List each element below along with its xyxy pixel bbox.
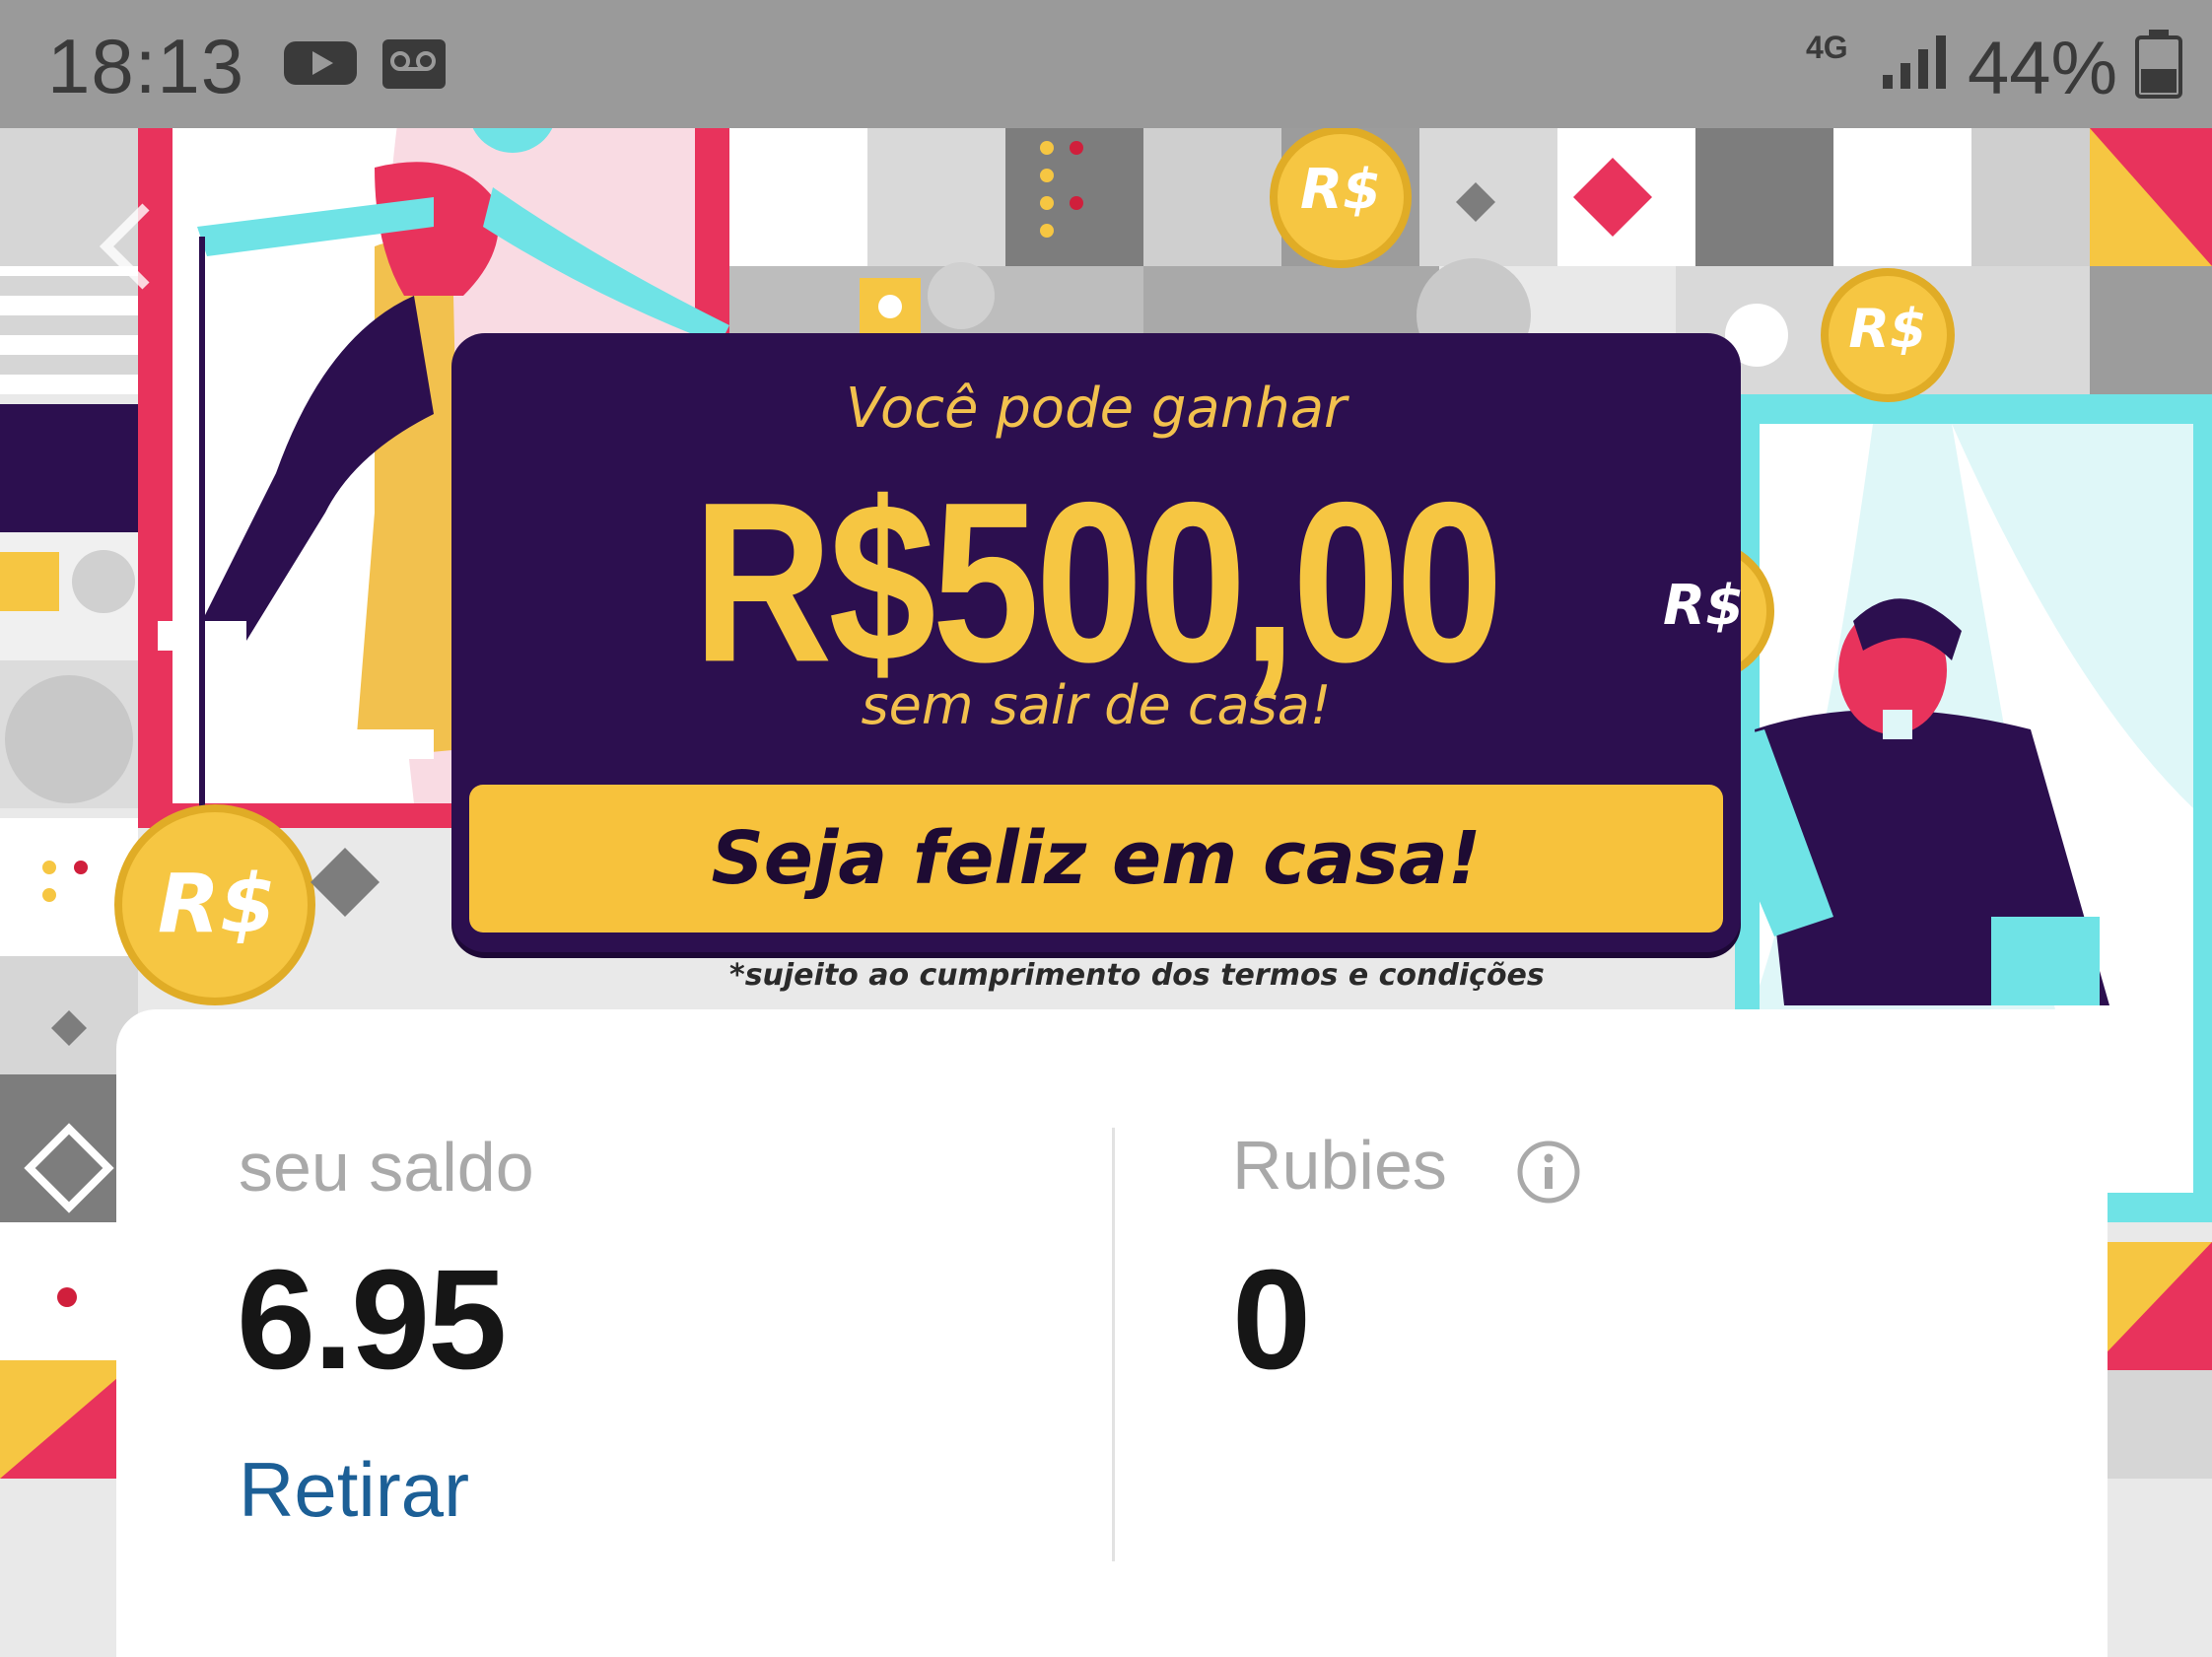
coin-icon: R$ [157, 858, 277, 951]
info-icon[interactable] [1516, 1139, 1581, 1205]
rubies-label: Rubies [1232, 1127, 1447, 1204]
coin-icon: R$ [1299, 158, 1382, 222]
banner-heading: Você pode ganhar [845, 377, 1348, 441]
signal-icon [1883, 35, 1946, 89]
balance-card: seu saldo 6.95 Retirar Rubies 0 [116, 1009, 2108, 1657]
terms-disclaimer: *sujeito ao cumprimento dos termos e con… [729, 958, 1545, 993]
network-type: 4G [1806, 30, 1848, 65]
card-divider [1112, 1128, 1115, 1561]
battery-icon [2135, 30, 2182, 99]
promo-banner[interactable]: Você pode ganhar R$500,00 sem sair de ca… [451, 333, 1741, 952]
screen: R$ R$ R$ R$ 18:13 4G 44% Você pode ganha… [0, 0, 2212, 1657]
coin-icon: R$ [1662, 574, 1745, 638]
coin-icon: R$ [1848, 298, 1927, 360]
status-time: 18:13 [47, 23, 245, 109]
banner-subtitle: sem sair de casa! [861, 674, 1332, 736]
youtube-icon [284, 41, 357, 85]
rubies-value: 0 [1232, 1240, 1312, 1399]
withdraw-link[interactable]: Retirar [239, 1445, 469, 1535]
status-bar: 18:13 4G 44% [0, 0, 2212, 128]
voicemail-icon [382, 39, 446, 89]
banner-cta-button[interactable]: Seja feliz em casa! [469, 785, 1723, 932]
balance-label: seu saldo [239, 1129, 534, 1206]
balance-value: 6.95 [237, 1240, 507, 1399]
battery-percent: 44% [1968, 27, 2118, 110]
